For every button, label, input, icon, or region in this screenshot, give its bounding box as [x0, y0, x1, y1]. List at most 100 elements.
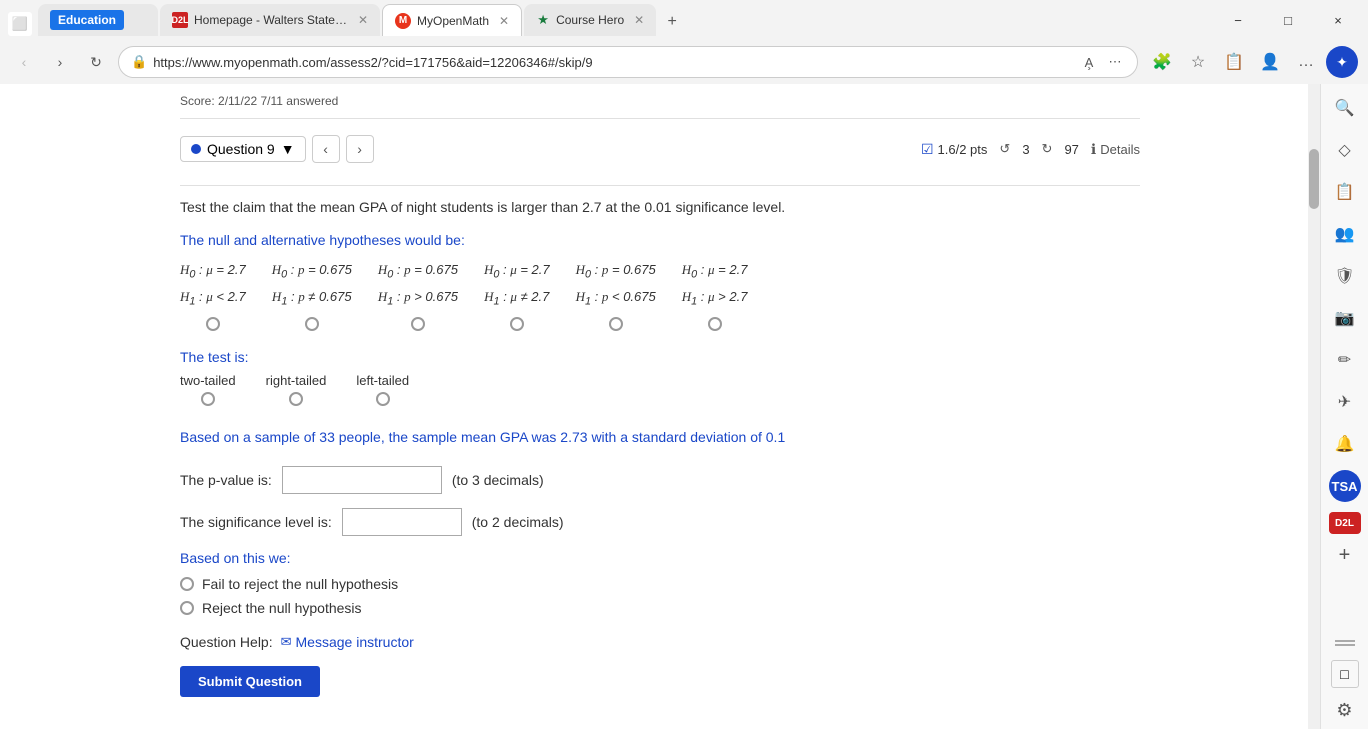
sig-level-row: The significance level is: (to 2 decimal…	[180, 508, 1140, 536]
test-option-two-tailed: two-tailed	[180, 373, 236, 406]
sidebar-camera-icon[interactable]: 📷	[1329, 302, 1361, 334]
forward-button[interactable]: ›	[46, 48, 74, 76]
minimize-button[interactable]: −	[1216, 5, 1260, 35]
question-selector: Question 9 ▼ ‹ ›	[180, 135, 374, 163]
sidebar-favorites-icon[interactable]: ◇	[1329, 134, 1361, 166]
tab-myopenmath[interactable]: M MyOpenMath ✕	[382, 4, 522, 36]
translate-icon[interactable]: A̧	[1079, 52, 1099, 72]
hyp-radio-2[interactable]	[305, 317, 319, 331]
h1-col2: H1 : p ≠ 0.675	[272, 285, 352, 312]
test-radio-right-tailed[interactable]	[289, 392, 303, 406]
refresh-button[interactable]: ↻	[82, 48, 110, 76]
score-header: Score: 2/11/22 7/11 answered	[180, 94, 1140, 108]
sidebar-window-icon[interactable]: □	[1331, 660, 1359, 688]
hyp-radio-4[interactable]	[510, 317, 524, 331]
test-option-left-tailed: left-tailed	[356, 373, 409, 406]
browser-window: ⬜ Education D2L Homepage - Walters State…	[0, 0, 1368, 729]
hyp-radio-1[interactable]	[206, 317, 220, 331]
maximize-button[interactable]: □	[1266, 5, 1310, 35]
sidebar-shield-icon[interactable]: 🛡	[1329, 260, 1361, 292]
radio-fail-reject-circle[interactable]	[180, 577, 194, 591]
radio-row-5	[609, 317, 623, 331]
score-value: 1.6/2 pts	[938, 142, 988, 157]
h0-col4: H0 : μ = 2.7	[484, 258, 550, 285]
sidebar-bell-icon[interactable]: 🔔	[1329, 428, 1361, 460]
hyp-radio-3[interactable]	[411, 317, 425, 331]
radio-reject-circle[interactable]	[180, 601, 194, 615]
sig-level-input[interactable]	[342, 508, 462, 536]
sidebar-search-icon[interactable]: 🔍	[1329, 92, 1361, 124]
extensions-button[interactable]: 🧩	[1146, 46, 1178, 78]
h0-col2: H0 : p = 0.675	[272, 258, 352, 285]
radio-reject-label: Reject the null hypothesis	[202, 600, 362, 616]
question-dropdown[interactable]: Question 9 ▼	[180, 136, 306, 162]
hypothesis-col-6: H0 : μ = 2.7 H1 : μ > 2.7	[682, 258, 748, 330]
new-tab-button[interactable]: +	[658, 8, 686, 36]
prev-question-button[interactable]: ‹	[312, 135, 340, 163]
settings-more-button[interactable]: …	[1290, 46, 1322, 78]
sidebar-edit-icon[interactable]: ✏	[1329, 344, 1361, 376]
tab-myopenmath-close[interactable]: ✕	[499, 14, 509, 28]
address-bar-row: ‹ › ↻ 🔒 https://www.myopenmath.com/asses…	[0, 40, 1368, 84]
hypothesis-col-2: H0 : p = 0.675 H1 : p ≠ 0.675	[272, 258, 352, 330]
sig-level-hint: (to 2 decimals)	[472, 514, 564, 530]
copilot-button[interactable]: ✦	[1326, 46, 1358, 78]
address-bar[interactable]: 🔒 https://www.myopenmath.com/assess2/?ci…	[118, 46, 1138, 78]
next-question-button[interactable]: ›	[346, 135, 374, 163]
sidebar-history-icon[interactable]: 👥	[1329, 218, 1361, 250]
test-radio-left-tailed[interactable]	[376, 392, 390, 406]
tab-education[interactable]: Education	[38, 4, 158, 36]
retry-icon[interactable]: ↺	[999, 141, 1010, 157]
url-text: https://www.myopenmath.com/assess2/?cid=…	[153, 55, 1073, 70]
message-instructor-label: Message instructor	[296, 634, 414, 650]
back-button[interactable]: ‹	[10, 48, 38, 76]
scrollbar-track[interactable]	[1308, 84, 1320, 729]
hypothesis-col-1: H0 : μ = 2.7 H1 : μ < 2.7	[180, 258, 246, 330]
attempts-icon[interactable]: ↻	[1042, 141, 1053, 157]
sidebar-collections-icon[interactable]: 📋	[1329, 176, 1361, 208]
close-button[interactable]: ×	[1316, 5, 1360, 35]
help-label: Question Help:	[180, 634, 273, 650]
details-link[interactable]: ℹ Details	[1091, 141, 1140, 158]
sample-info: Based on a sample of 33 people, the samp…	[180, 426, 1140, 448]
hyp-radio-6[interactable]	[708, 317, 722, 331]
favorites-button[interactable]: ☆	[1182, 46, 1214, 78]
sidebar-d2l-badge: D2L	[1329, 512, 1361, 534]
check-icon: ☑	[921, 141, 934, 158]
sidebar-send-icon[interactable]: ✈	[1329, 386, 1361, 418]
sig-level-label: The significance level is:	[180, 514, 332, 530]
dropdown-arrow-icon: ▼	[281, 141, 295, 157]
h1-col1: H1 : μ < 2.7	[180, 285, 246, 312]
info-icon: ℹ	[1091, 141, 1096, 158]
tab-coursehero-close[interactable]: ✕	[634, 13, 644, 27]
hypothesis-col-3: H0 : p = 0.675 H1 : p > 0.675	[378, 258, 458, 330]
based-section: Based on this we: Fail to reject the nul…	[180, 550, 1140, 616]
radio-row-6	[708, 317, 722, 331]
submit-question-button[interactable]: Submit Question	[180, 666, 320, 697]
test-radio-two-tailed[interactable]	[201, 392, 215, 406]
lock-icon: 🔒	[131, 54, 147, 70]
sidebar-gear-icon[interactable]: ⚙	[1336, 700, 1352, 721]
h0-col1: H0 : μ = 2.7	[180, 258, 246, 285]
radio-fail-reject[interactable]: Fail to reject the null hypothesis	[180, 576, 1140, 592]
scrollbar-thumb[interactable]	[1309, 149, 1319, 209]
content-area: Score: 2/11/22 7/11 answered Question 9 …	[0, 84, 1320, 729]
tab-d2l-close[interactable]: ✕	[358, 13, 368, 27]
pvalue-row: The p-value is: (to 3 decimals)	[180, 466, 1140, 494]
radio-row-4	[510, 317, 524, 331]
pts-badge: ☑ 1.6/2 pts	[921, 141, 987, 158]
tab-d2l[interactable]: D2L Homepage - Walters State Com... ✕	[160, 4, 380, 36]
profile-button[interactable]: 👤	[1254, 46, 1286, 78]
collections-button[interactable]: 📋	[1218, 46, 1250, 78]
attempts-count: 97	[1064, 142, 1078, 157]
tab-coursehero[interactable]: ★ Course Hero ✕	[524, 4, 656, 36]
h1-col6: H1 : μ > 2.7	[682, 285, 748, 312]
hyp-radio-5[interactable]	[609, 317, 623, 331]
h1-col4: H1 : μ ≠ 2.7	[484, 285, 549, 312]
extension-icon[interactable]: ⋯	[1105, 52, 1125, 72]
radio-reject[interactable]: Reject the null hypothesis	[180, 600, 1140, 616]
message-instructor-link[interactable]: ✉ Message instructor	[281, 634, 414, 650]
pvalue-input[interactable]	[282, 466, 442, 494]
sidebar-add-button[interactable]: +	[1339, 544, 1351, 567]
sidebar-bottom	[1335, 638, 1355, 648]
